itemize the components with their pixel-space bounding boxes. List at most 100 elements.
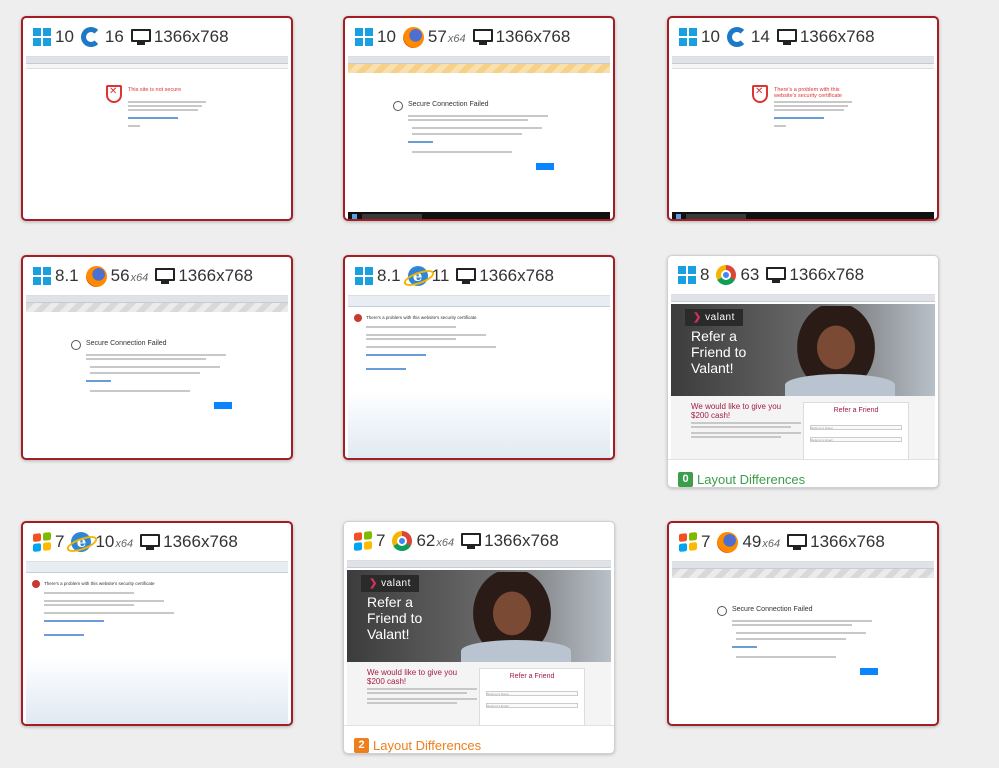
ie-toolbar (26, 562, 288, 573)
layout-differences-link[interactable]: 0 Layout Differences (668, 459, 938, 487)
text-line (128, 109, 198, 111)
browser-version-number: 62 (416, 531, 436, 550)
firefox-icon (85, 265, 107, 287)
edge-icon (80, 27, 101, 47)
text-line (412, 151, 512, 153)
referrer-name-field[interactable]: Referrer's Name (810, 425, 902, 430)
browser-tab-bar (672, 57, 934, 64)
text-line (691, 432, 801, 434)
browser-version: 11 (432, 266, 450, 286)
architecture-label: x64 (762, 538, 781, 550)
text-line (367, 698, 477, 700)
os-version: 8.1 (377, 266, 401, 285)
browser-screenshot-card[interactable]: 7 62x64 1366x768 ❯ valant Refer a Friend to … (343, 521, 615, 754)
referrer-email-field[interactable]: Referrer's Email (810, 437, 902, 442)
differences-count-badge: 2 (354, 738, 369, 753)
page-thumbnail[interactable]: ❯ valant Refer a Friend to Valant! We woul… (347, 560, 611, 725)
monitor-icon (787, 533, 808, 551)
browser-screenshot-card[interactable]: 8 63 1366x768 ❯ valant Refer a Friend to Val… (667, 255, 939, 488)
text-line (412, 133, 522, 135)
browser-screenshot-card[interactable]: 10 57x64 1366x768 Secure Connection Failed (343, 16, 615, 221)
browser-screenshot-card[interactable]: 10 14 1366x768 There's a problem with this … (667, 16, 939, 221)
text-line (90, 366, 220, 368)
browser-tab-bar (348, 57, 610, 64)
architecture-label: x64 (115, 538, 134, 550)
ie-toolbar (348, 296, 610, 307)
info-icon (393, 101, 403, 111)
browser-version-number: 56 (110, 266, 130, 285)
browser-version-number: 14 (750, 27, 770, 46)
text-line (732, 624, 852, 626)
hero-banner: ❯ valant Refer a Friend to Valant! (347, 570, 611, 664)
text-line (367, 688, 477, 690)
browser-version-number: 16 (104, 27, 124, 46)
page-thumbnail[interactable]: ❯ valant Refer a Friend to Valant! We woul… (671, 294, 935, 459)
architecture-label: x64 (447, 33, 466, 45)
page-thumbnail[interactable]: Secure Connection Failed (672, 561, 934, 724)
screenshot-grid: 10 16 1366x768 This site is not secure 1057x… (0, 0, 999, 768)
os-version: 8.1 (55, 266, 79, 285)
page-thumbnail[interactable]: There's a problem with this website's se… (672, 56, 934, 219)
text-line (44, 612, 174, 614)
chrome-icon (716, 265, 737, 285)
windows-7-icon (354, 531, 372, 551)
os-version: 7 (376, 531, 386, 550)
shield-error-icon (32, 580, 40, 588)
page-body: We would like to give you $200 cash! Refe… (671, 396, 935, 459)
windows-7-icon (33, 532, 51, 552)
referrer-name-field[interactable]: Referrer's Name (486, 691, 578, 696)
text-line (408, 119, 528, 121)
text-line (691, 436, 781, 438)
text-line (128, 105, 202, 107)
logo-mark: ❯ (369, 578, 382, 589)
page-thumbnail[interactable]: Secure Connection Failed (26, 295, 288, 458)
browser-version-number: 11 (431, 266, 450, 285)
browser-screenshot-card[interactable]: 8.1 e 11 1366x768 There's a problem with thi… (343, 255, 615, 460)
page-thumbnail[interactable]: This site is not secure (26, 56, 288, 219)
hero-photo-shirt (461, 640, 571, 662)
page-background (348, 390, 610, 458)
text-line (691, 426, 791, 428)
browser-screenshot-card[interactable]: 7 49x64 1366x768 Secure Connection Failed (667, 521, 939, 726)
cash-headline: We would like to give you $200 cash! (691, 402, 782, 420)
os-version: 7 (55, 532, 65, 551)
monitor-icon (130, 28, 151, 46)
text-line (736, 656, 836, 658)
page-thumbnail[interactable]: Secure Connection Failed (348, 56, 610, 219)
address-bar (672, 64, 934, 69)
windows-7-icon (679, 532, 697, 552)
shield-error-icon (752, 85, 768, 103)
page-thumbnail[interactable]: There's a problem with this website's se… (26, 561, 288, 724)
referrer-email-field[interactable]: Referrer's Email (486, 703, 578, 708)
browser-screenshot-card[interactable]: 8.1 56x64 1366x768 Secure Connection Failed (21, 255, 293, 460)
browser-screenshot-card[interactable]: 10 16 1366x768 This site is not secure (21, 16, 293, 221)
os-version: 8 (700, 265, 710, 284)
layout-differences-link[interactable]: 2 Layout Differences (344, 725, 614, 753)
os-version-wrap: 8.1 (55, 266, 79, 286)
os-version: 10 (55, 27, 74, 46)
text-line (367, 702, 457, 704)
text-line (86, 358, 206, 360)
text-line (128, 101, 206, 103)
text-line (408, 115, 548, 117)
card-header: 10 57x64 1366x768 (345, 18, 613, 56)
browser-version-number: 63 (740, 265, 760, 284)
text-line (774, 109, 844, 111)
browser-screenshot-card[interactable]: 7 e 10x64 1366x768 There's a problem with th… (21, 521, 293, 726)
logo-text: valant (705, 312, 735, 323)
page-thumbnail[interactable]: There's a problem with this website's se… (348, 295, 610, 458)
resolution-label: 1366x768 (163, 532, 238, 551)
card-header: 10 16 1366x768 (23, 18, 291, 56)
text-line (736, 632, 866, 634)
try-again-button (536, 163, 554, 170)
browser-tab-bar (672, 562, 934, 569)
os-version-wrap: 10 (377, 27, 396, 47)
browser-tab-bar (347, 561, 611, 568)
text-line (44, 604, 134, 606)
address-bar (26, 64, 288, 69)
os-version-wrap: 7 (701, 532, 710, 552)
resolution-label: 1366x768 (479, 266, 554, 285)
refer-form: Refer a Friend Referrer's Name Referrer's … (479, 668, 585, 725)
browser-tab-bar (26, 296, 288, 303)
windows-taskbar (348, 212, 610, 219)
